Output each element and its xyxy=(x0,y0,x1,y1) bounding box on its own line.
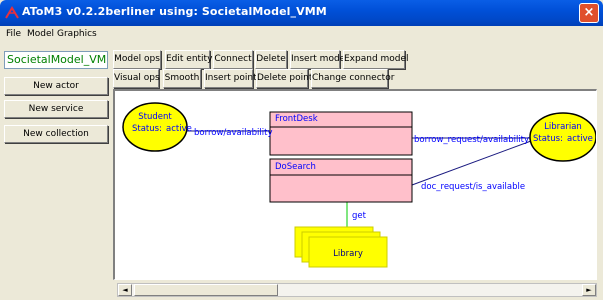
connect-button[interactable]: Connect xyxy=(213,50,253,69)
model-ops-button[interactable]: Model ops xyxy=(113,50,161,69)
menu-file[interactable]: File xyxy=(6,29,21,39)
insert-point-button[interactable]: Insert point xyxy=(204,69,257,88)
diagram-svg: Student Status: active Librarian Status:… xyxy=(122,102,596,268)
atom3-app-icon xyxy=(5,6,19,19)
menu-model[interactable]: Model xyxy=(27,29,54,39)
new-service-button[interactable]: New service xyxy=(4,100,108,118)
left-panel: SocietalModel_VMM New actor New service … xyxy=(0,42,110,300)
collection-library-name: Library xyxy=(333,249,363,259)
menu-bar: File Model Graphics xyxy=(0,26,603,42)
close-button[interactable]: × xyxy=(579,3,599,23)
service-dosearch-name: DoSearch xyxy=(275,162,316,172)
actor-student-name: Student xyxy=(138,112,172,122)
horizontal-scrollbar[interactable]: ◄ ► xyxy=(117,283,597,297)
window-title: AToM3 v0.2.2berliner using: SocietalMode… xyxy=(22,5,327,18)
delete-point-button[interactable]: Delete point xyxy=(256,69,312,88)
label-doc-request-is-available: doc_request/is_available xyxy=(421,182,525,192)
label-get: get xyxy=(352,211,367,221)
new-actor-button[interactable]: New actor xyxy=(4,77,108,95)
scroll-left-arrow-icon[interactable]: ◄ xyxy=(118,284,132,296)
actor-librarian-status-label: Status: xyxy=(533,134,563,144)
service-frontdesk-name: FrontDesk xyxy=(275,114,318,124)
diagram-canvas[interactable]: Student Status: active Librarian Status:… xyxy=(113,89,597,280)
label-borrow-availability: borrow/availability xyxy=(194,128,273,138)
scroll-right-arrow-icon[interactable]: ► xyxy=(582,284,596,296)
actor-student-status-label: Status: xyxy=(132,124,162,134)
model-name-field[interactable]: SocietalModel_VMM xyxy=(4,51,108,69)
label-borrow-request-availability: borrow_request/availability xyxy=(414,135,529,145)
title-bar: AToM3 v0.2.2berliner using: SocietalMode… xyxy=(0,0,603,26)
collection-library[interactable]: Library xyxy=(294,226,388,268)
actor-librarian-name: Librarian xyxy=(544,122,582,132)
new-collection-button[interactable]: New collection xyxy=(4,125,108,143)
edit-entity-button[interactable]: Edit entity xyxy=(165,50,212,69)
scroll-thumb[interactable] xyxy=(134,284,278,296)
service-dosearch[interactable]: DoSearch xyxy=(269,158,413,203)
change-connector-button[interactable]: Change connector xyxy=(311,69,394,88)
service-frontdesk[interactable]: FrontDesk xyxy=(269,111,413,156)
menu-graphics[interactable]: Graphics xyxy=(57,29,97,39)
insert-model-button[interactable]: Insert model xyxy=(290,50,348,69)
actor-librarian[interactable]: Librarian Status: active xyxy=(529,112,596,162)
actor-student-status-value: active xyxy=(166,124,192,134)
expand-model-button[interactable]: Expand model xyxy=(343,50,409,69)
link-dosearch-librarian[interactable] xyxy=(411,140,532,186)
smooth-button[interactable]: Smooth xyxy=(163,69,201,88)
visual-ops-button[interactable]: Visual ops xyxy=(113,69,160,88)
delete-button[interactable]: Delete xyxy=(255,50,287,69)
actor-student[interactable]: Student Status: active xyxy=(122,102,192,152)
actor-librarian-status-value: active xyxy=(567,134,593,144)
